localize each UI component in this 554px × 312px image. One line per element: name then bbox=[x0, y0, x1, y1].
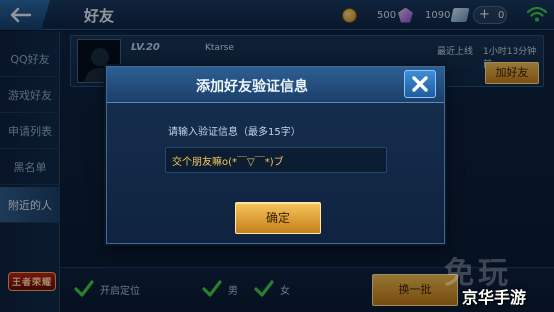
site-tag: 京华手游 bbox=[462, 288, 527, 307]
verify-prompt: 请输入验证信息（最多15字） bbox=[168, 127, 301, 138]
confirm-button[interactable]: 确定 bbox=[235, 202, 321, 234]
close-button[interactable] bbox=[404, 70, 436, 98]
dialog-header: 添加好友验证信息 bbox=[107, 67, 444, 103]
verify-message-input[interactable] bbox=[165, 147, 387, 173]
close-icon bbox=[412, 76, 428, 92]
verify-dialog: 添加好友验证信息 请输入验证信息（最多15字） 确定 bbox=[106, 66, 445, 244]
dialog-title: 添加好友验证信息 bbox=[196, 79, 308, 95]
